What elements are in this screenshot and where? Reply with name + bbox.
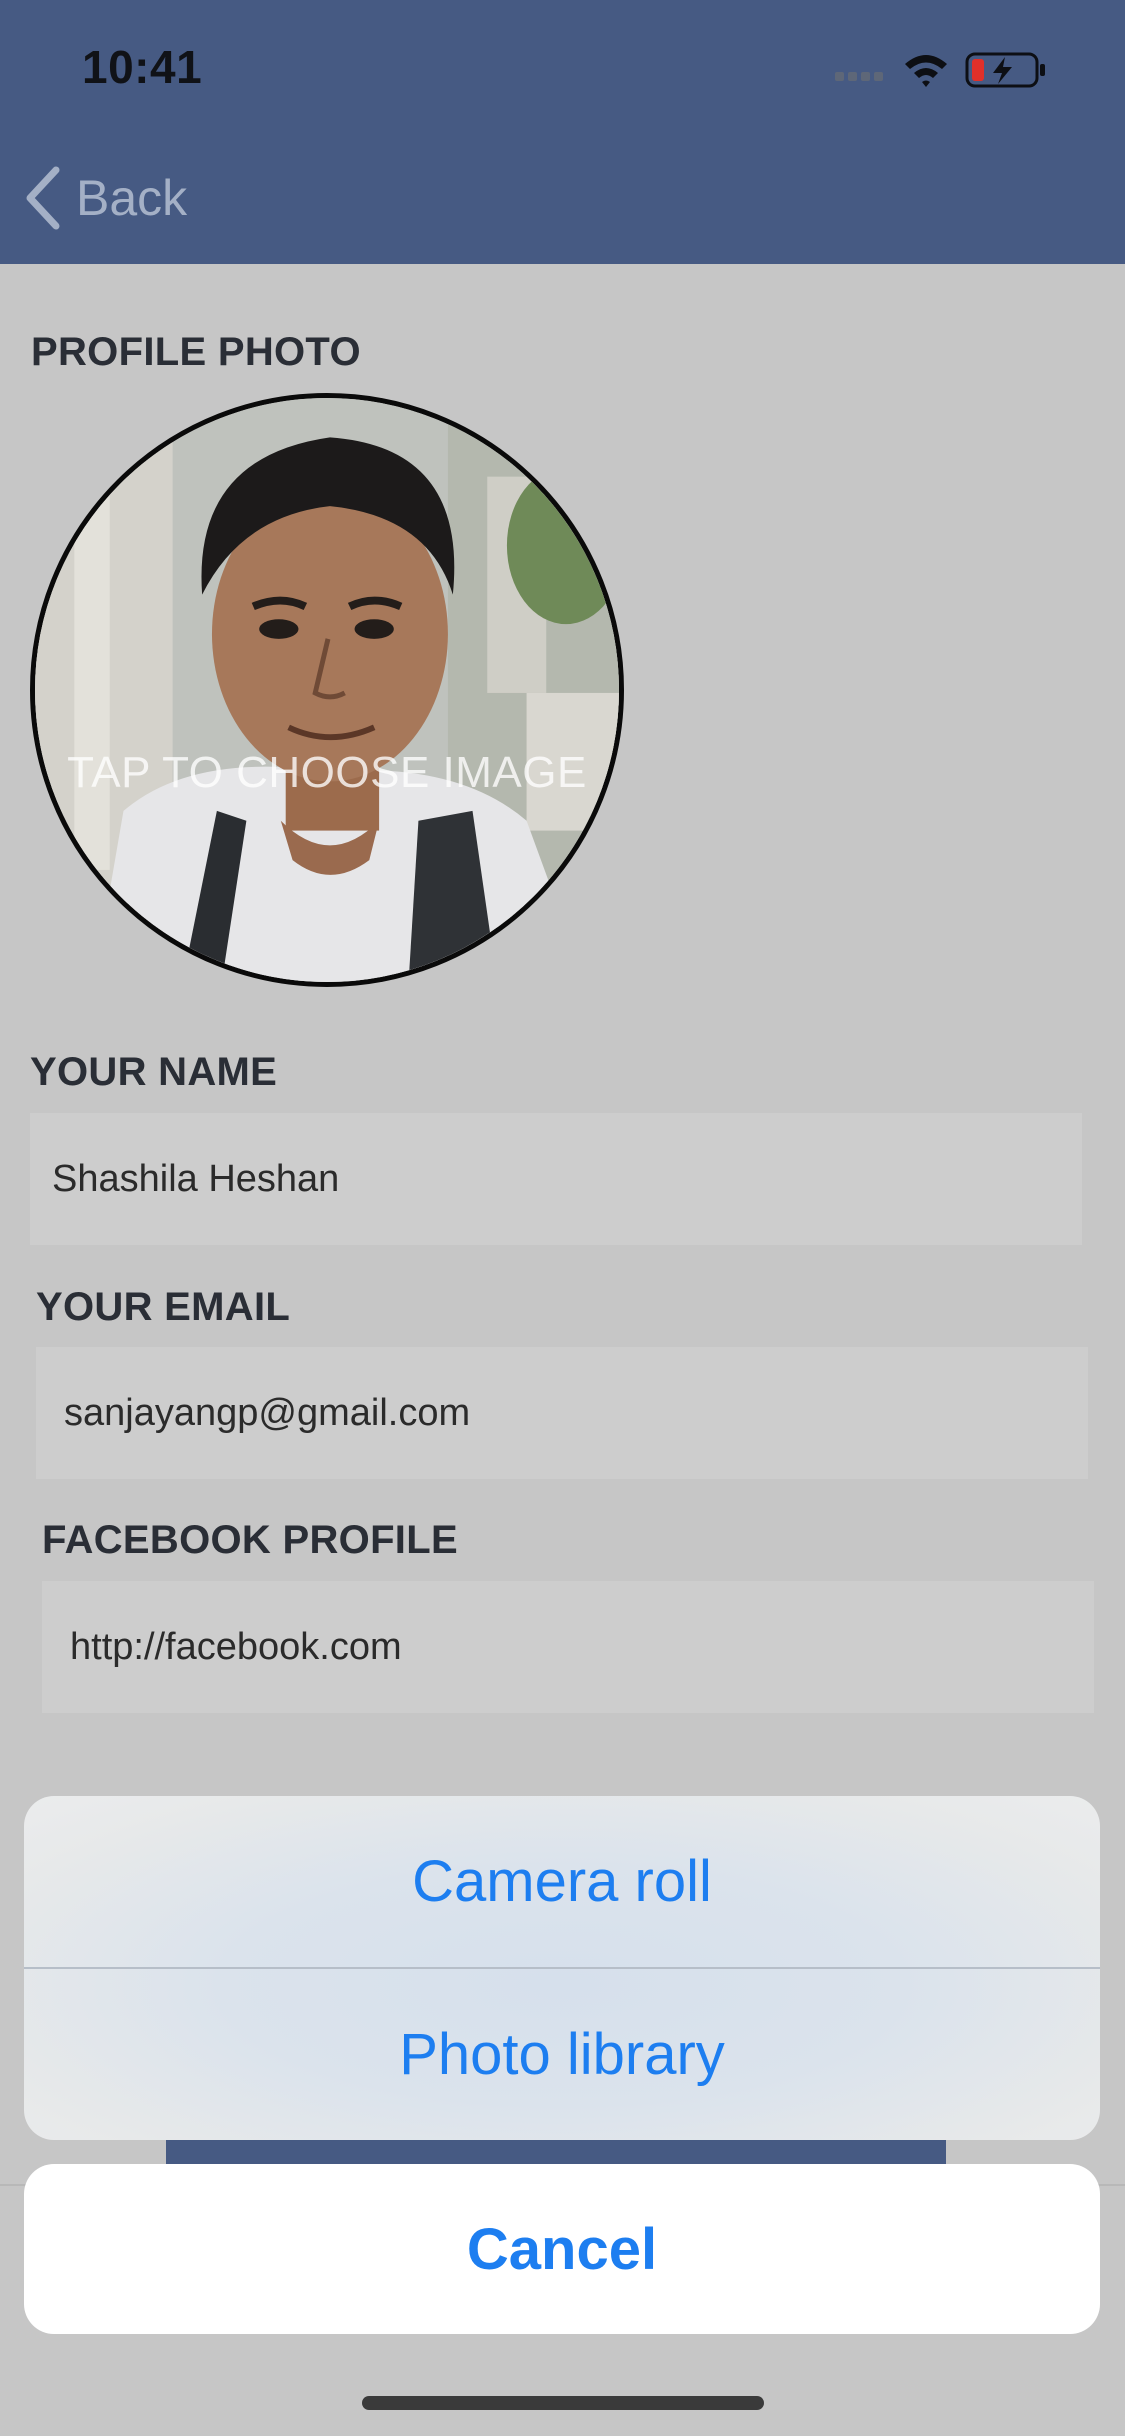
image-source-action-sheet: Camera roll Photo library xyxy=(24,1796,1100,2140)
photo-library-option[interactable]: Photo library xyxy=(24,1969,1100,2140)
signal-dots-icon xyxy=(835,72,883,81)
email-field[interactable]: sanjayangp@gmail.com xyxy=(36,1347,1088,1479)
facebook-profile-field[interactable]: http://facebook.com xyxy=(42,1581,1094,1713)
email-label: YOUR EMAIL xyxy=(36,1285,291,1329)
wifi-icon xyxy=(905,55,947,87)
status-icons xyxy=(835,48,1085,92)
camera-roll-option[interactable]: Camera roll xyxy=(24,1796,1100,1967)
battery-charging-icon xyxy=(965,52,1045,88)
back-button[interactable]: Back xyxy=(22,160,187,236)
name-field[interactable]: Shashila Heshan xyxy=(30,1113,1082,1245)
status-time: 10:41 xyxy=(82,41,203,93)
home-indicator[interactable] xyxy=(362,2396,764,2410)
profile-photo-label: PROFILE PHOTO xyxy=(31,330,361,374)
avatar-photo xyxy=(35,398,619,982)
navigation-bar: 10:41 Back xyxy=(0,0,1125,264)
back-label: Back xyxy=(76,170,188,226)
chevron-left-icon xyxy=(26,166,60,230)
profile-photo-picker[interactable]: TAP TO CHOOSE IMAGE xyxy=(30,393,624,987)
cancel-button[interactable]: Cancel xyxy=(24,2164,1100,2334)
facebook-profile-label: FACEBOOK PROFILE xyxy=(42,1518,458,1562)
name-label: YOUR NAME xyxy=(30,1050,278,1094)
choose-image-hint: TAP TO CHOOSE IMAGE xyxy=(67,748,587,797)
